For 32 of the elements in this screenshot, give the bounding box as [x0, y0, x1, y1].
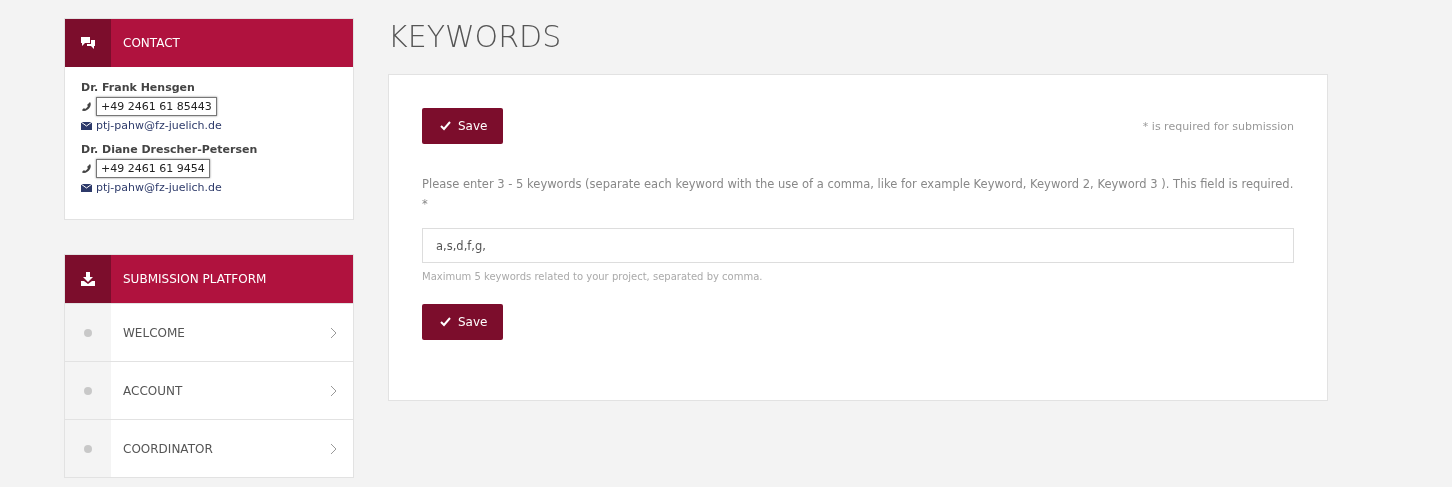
email-link[interactable]: ptj-pahw@fz-juelich.de: [96, 181, 222, 194]
envelope-icon: [81, 183, 92, 192]
panel-title: SUBMISSION PLATFORM: [122, 272, 267, 286]
phone-icon: [81, 163, 92, 174]
download-icon: [81, 272, 95, 286]
checkmark-icon: [440, 317, 451, 327]
status-dot-icon: [84, 328, 92, 337]
contact-name: Dr. Frank Hensgen: [81, 81, 196, 94]
phone-number: +49 2461 61 9454: [96, 159, 210, 178]
phone-icon: [81, 101, 92, 112]
chevron-right-icon: [330, 442, 337, 455]
email-link[interactable]: ptj-pahw@fz-juelich.de: [96, 119, 222, 132]
page-title: KEYWORDS: [388, 18, 563, 56]
chevron-right-icon: [330, 326, 337, 339]
envelope-icon: [81, 121, 92, 130]
field-help-text: Maximum 5 keywords related to your project, separated by comma.: [422, 271, 764, 282]
nav-item[interactable]: WELCOME: [65, 303, 353, 361]
save-button[interactable]: Save: [422, 108, 504, 144]
keywords-field[interactable]: a,s,d,f,g,: [422, 228, 1294, 263]
chat-bubbles-icon: [80, 36, 96, 50]
contact-name: Dr. Diane Drescher-Petersen: [81, 143, 259, 156]
required-note: * is required for submission: [1142, 119, 1294, 133]
panel-title: CONTACT: [122, 36, 180, 50]
save-button[interactable]: Save: [422, 304, 504, 340]
checkmark-icon: [440, 121, 451, 131]
nav-item[interactable]: COORDINATOR: [65, 419, 353, 477]
status-dot-icon: [84, 386, 92, 395]
chevron-right-icon: [330, 384, 337, 397]
status-dot-icon: [84, 444, 92, 453]
phone-number: +49 2461 61 85443: [96, 97, 217, 116]
nav-item[interactable]: ACCOUNT: [65, 361, 353, 419]
field-instructions: Please enter 3 - 5 keywords (separate each keyword with the use of a comma, like for example Keyword, Keyword 2, Keyword 3 ). This field is required. *: [422, 176, 1294, 213]
